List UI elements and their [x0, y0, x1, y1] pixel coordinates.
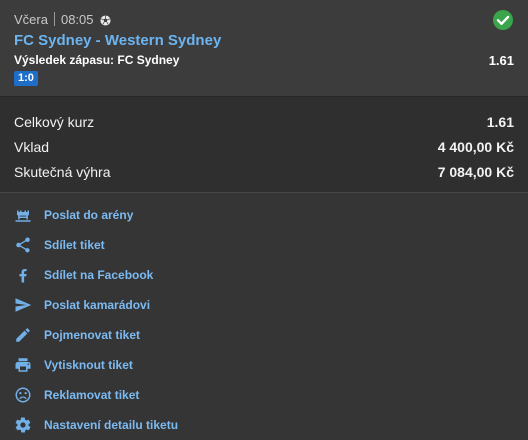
stake-value: 4 400,00 Kč: [437, 139, 514, 155]
total-odds-row: Celkový kurz 1.61: [14, 114, 514, 130]
action-label: Sdílet na Facebook: [44, 268, 154, 282]
send-to-arena-button[interactable]: Poslat do arény: [0, 200, 528, 230]
win-label: Skutečná výhra: [14, 164, 111, 180]
action-label: Reklamovat tiket: [44, 388, 140, 402]
action-label: Nastavení detailu tiketu: [44, 418, 179, 432]
rename-ticket-button[interactable]: Pojmenovat tiket: [0, 320, 528, 350]
meta-divider: [53, 12, 55, 26]
printer-icon: [14, 356, 32, 374]
bet-row: Výsledek zápasu: FC Sydney 1.61: [14, 53, 514, 68]
win-row: Skutečná výhra 7 084,00 Kč: [14, 164, 514, 180]
stake-row: Vklad 4 400,00 Kč: [14, 139, 514, 155]
complain-ticket-button[interactable]: Reklamovat tiket: [0, 380, 528, 410]
print-ticket-button[interactable]: Vytisknout tiket: [0, 350, 528, 380]
divider: [0, 192, 528, 193]
arena-icon: [14, 206, 32, 224]
share-icon: [14, 236, 32, 254]
ticket-meta: Včera 08:05: [14, 11, 111, 27]
pencil-icon: [14, 326, 32, 344]
share-ticket-button[interactable]: Sdílet tiket: [0, 230, 528, 260]
ticket-day: Včera: [14, 11, 48, 27]
total-odds-value: 1.61: [486, 114, 514, 130]
send-to-friend-button[interactable]: Poslat kamarádovi: [0, 290, 528, 320]
gear-icon: [14, 416, 32, 434]
ticket-time: 08:05: [60, 11, 94, 27]
action-label: Poslat kamarádovi: [44, 298, 151, 312]
share-facebook-button[interactable]: Sdílet na Facebook: [0, 260, 528, 290]
action-label: Sdílet tiket: [44, 238, 105, 252]
stake-label: Vklad: [14, 139, 50, 155]
soccer-ball-icon: [99, 14, 111, 26]
ticket-header: Včera 08:05 FC Sydney - Western Sydney V…: [0, 0, 528, 96]
check-circle-icon: [492, 9, 514, 31]
match-title[interactable]: FC Sydney - Western Sydney: [14, 32, 221, 49]
ticket-detail-settings-button[interactable]: Nastavení detailu tiketu: [0, 410, 528, 440]
bet-label: Výsledek zápasu: FC Sydney: [14, 53, 180, 67]
send-icon: [14, 296, 32, 314]
win-value: 7 084,00 Kč: [437, 164, 514, 180]
sad-face-icon: [14, 386, 32, 404]
facebook-icon: [14, 266, 32, 284]
score-badge: 1:0: [14, 71, 38, 86]
bet-odds: 1.61: [488, 53, 514, 68]
action-label: Poslat do arény: [44, 208, 134, 222]
action-label: Vytisknout tiket: [44, 358, 133, 372]
total-odds-label: Celkový kurz: [14, 114, 95, 130]
ticket-summary: Celkový kurz 1.61 Vklad 4 400,00 Kč Skut…: [0, 97, 528, 192]
action-label: Pojmenovat tiket: [44, 328, 141, 342]
